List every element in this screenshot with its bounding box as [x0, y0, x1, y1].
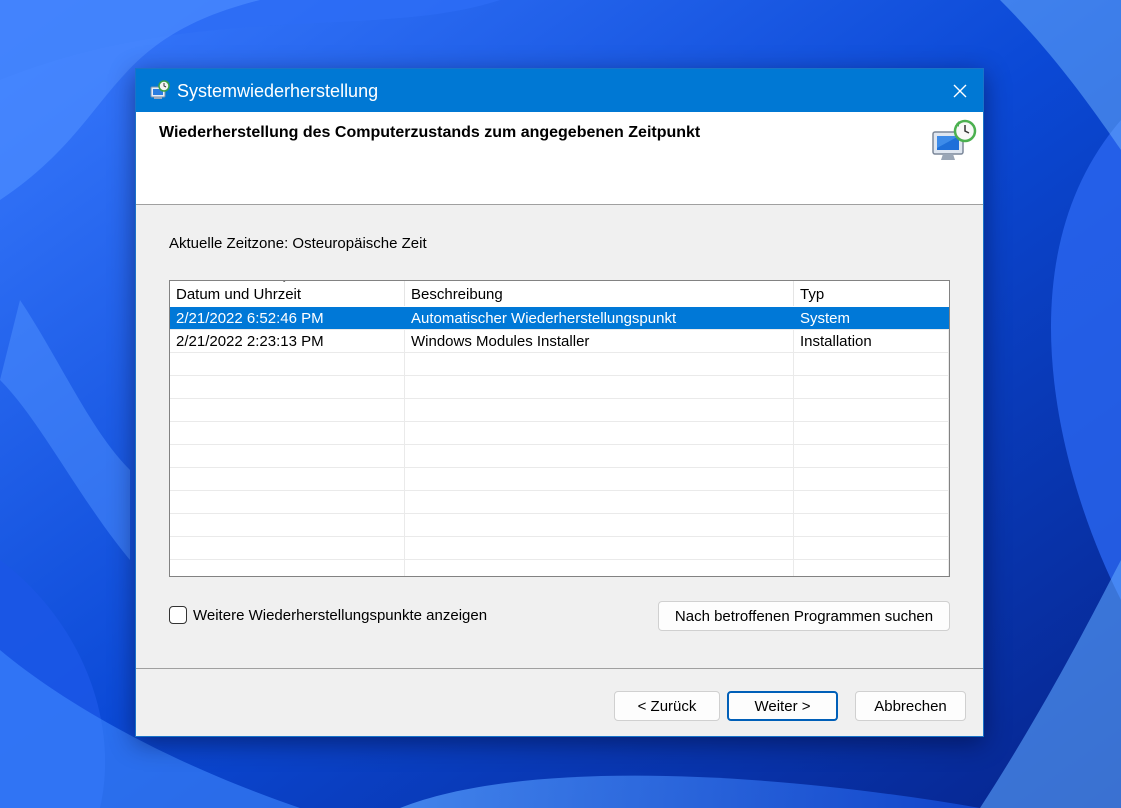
- empty-row: [170, 537, 949, 560]
- empty-row: [170, 353, 949, 376]
- empty-row: [170, 491, 949, 514]
- system-restore-icon: [932, 119, 977, 160]
- column-header-type[interactable]: Typ: [794, 281, 949, 306]
- scan-affected-programs-button[interactable]: Nach betroffenen Programmen suchen: [658, 601, 950, 631]
- cell-date: 2/21/2022 2:23:13 PM: [170, 330, 405, 352]
- cell-type: System: [794, 307, 949, 329]
- system-restore-icon: [150, 80, 170, 99]
- checkbox-box[interactable]: [169, 606, 187, 624]
- window-title: Systemwiederherstellung: [177, 81, 379, 101]
- page-title: Wiederherstellung des Computerzustands z…: [159, 124, 701, 141]
- cell-description: Windows Modules Installer: [405, 330, 794, 352]
- column-header-label: Beschreibung: [411, 286, 503, 303]
- table-row[interactable]: 2/21/2022 6:52:46 PM Automatischer Wiede…: [170, 307, 949, 330]
- cell-date: 2/21/2022 6:52:46 PM: [170, 307, 405, 329]
- footer-separator: [136, 668, 983, 669]
- empty-row: [170, 445, 949, 468]
- column-header-date[interactable]: Datum und Uhrzeit ⌄: [170, 281, 405, 306]
- close-button[interactable]: [937, 69, 983, 112]
- restore-points-table[interactable]: Datum und Uhrzeit ⌄ Beschreibung Typ 2/2…: [169, 280, 950, 577]
- empty-row: [170, 376, 949, 399]
- empty-row: [170, 560, 949, 576]
- cell-description: Automatischer Wiederherstellungspunkt: [405, 307, 794, 329]
- empty-row: [170, 422, 949, 445]
- system-restore-dialog: Systemwiederherstellung Wiederherstellun…: [135, 68, 984, 737]
- back-button[interactable]: < Zurück: [614, 691, 720, 721]
- column-header-label: Typ: [800, 286, 825, 303]
- empty-row: [170, 399, 949, 422]
- cell-type: Installation: [794, 330, 949, 352]
- column-header-label: Datum und Uhrzeit: [176, 286, 302, 303]
- title-bar[interactable]: Systemwiederherstellung: [136, 69, 983, 112]
- empty-row: [170, 468, 949, 491]
- timezone-label: Aktuelle Zeitzone: Osteuropäische Zeit: [169, 235, 427, 252]
- empty-row: [170, 514, 949, 537]
- more-restore-points-checkbox[interactable]: Weitere Wiederherstellungspunkte anzeige…: [169, 606, 487, 624]
- table-header: Datum und Uhrzeit ⌄ Beschreibung Typ: [170, 281, 949, 306]
- sort-descending-icon: ⌄: [280, 281, 288, 286]
- column-header-description[interactable]: Beschreibung: [405, 281, 794, 306]
- table-row[interactable]: 2/21/2022 2:23:13 PM Windows Modules Ins…: [170, 330, 949, 353]
- cancel-button[interactable]: Abbrechen: [855, 691, 966, 721]
- next-button[interactable]: Weiter >: [727, 691, 838, 721]
- checkbox-label: Weitere Wiederherstellungspunkte anzeige…: [193, 606, 488, 624]
- wizard-header: Wiederherstellung des Computerzustands z…: [136, 112, 983, 205]
- close-icon: [953, 84, 967, 97]
